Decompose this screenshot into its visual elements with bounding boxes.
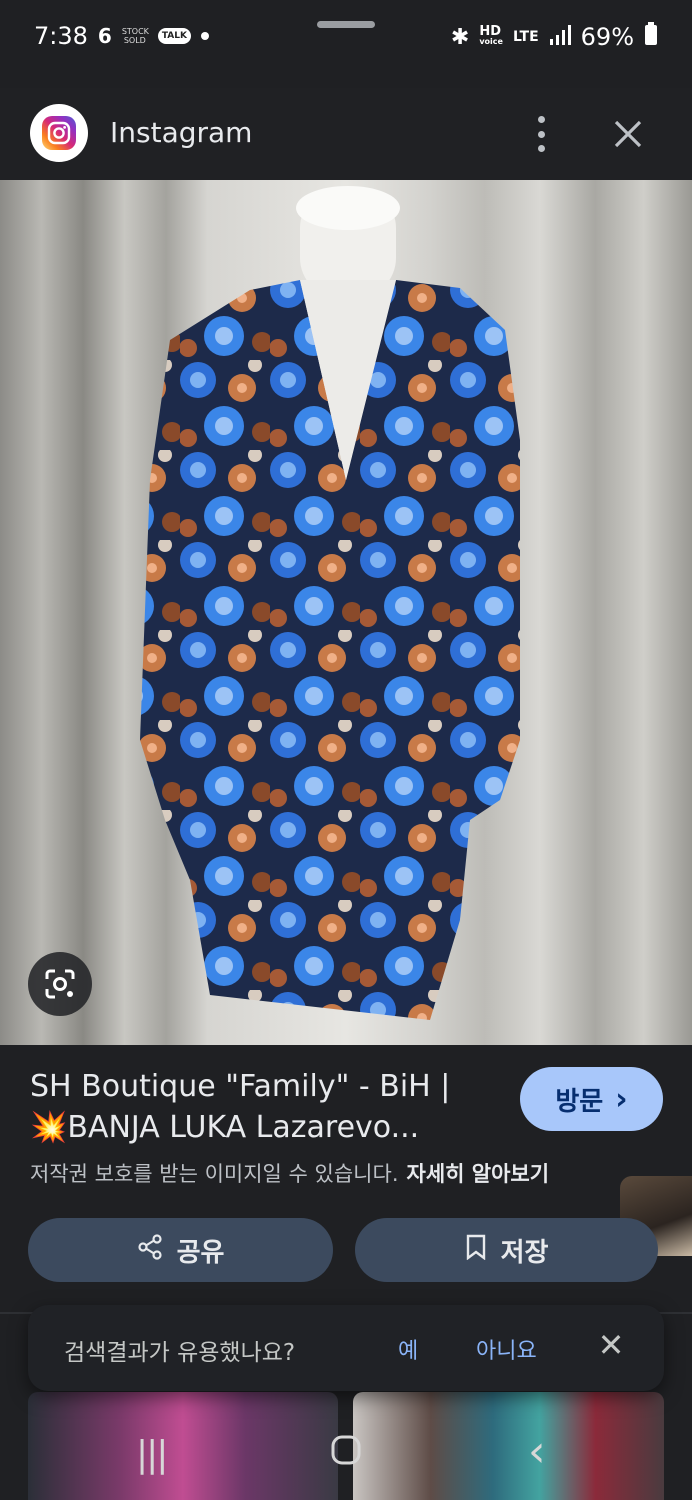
notification-six-icon: 6	[97, 24, 112, 48]
bluetooth-icon: ✱	[450, 24, 470, 50]
source-name[interactable]: Instagram	[110, 116, 252, 149]
bookmark-icon	[465, 1234, 487, 1267]
status-right: ✱ HD voice LTE 69%	[451, 22, 658, 52]
recents-icon[interactable]: |||	[136, 1434, 168, 1475]
google-lens-icon[interactable]	[28, 952, 92, 1016]
hd-voice-icon: HD voice	[479, 24, 503, 46]
lte-icon: LTE	[512, 29, 539, 45]
feedback-no-button[interactable]: 아니요	[476, 1333, 537, 1365]
source-header: Instagram	[0, 88, 692, 180]
signal-icon	[549, 23, 571, 51]
battery-icon	[644, 22, 658, 52]
clock: 7:38	[34, 22, 88, 50]
feedback-yes-button[interactable]: 예	[398, 1333, 418, 1365]
system-nav-bar: ||| ‹	[0, 1412, 692, 1500]
share-icon	[137, 1233, 163, 1267]
chevron-right-icon: ›	[615, 1081, 628, 1117]
instagram-logo-icon	[30, 104, 88, 162]
close-icon[interactable]: ✕	[594, 1327, 628, 1363]
home-icon[interactable]	[330, 1434, 362, 1475]
visit-button[interactable]: 방문 ›	[520, 1067, 663, 1131]
result-title[interactable]: SH Boutique "Family" - BiH | 💥BANJA LUKA…	[30, 1066, 500, 1148]
share-button[interactable]: 공유	[28, 1218, 333, 1282]
copyright-notice: 저작권 보호를 받는 이미지일 수 있습니다. 자세히 알아보기	[30, 1162, 550, 1186]
more-vert-icon[interactable]	[526, 116, 556, 152]
talk-icon: TALK	[157, 28, 191, 44]
result-image[interactable]	[0, 180, 692, 1045]
drag-handle[interactable]	[317, 21, 375, 28]
feedback-question: 검색결과가 유용했나요?	[64, 1340, 296, 1366]
status-bar: 7:38 6 STOCK SOLD TALK ✱ HD voice LTE 69…	[0, 0, 692, 80]
feedback-prompt: 검색결과가 유용했나요? 예 아니요 ✕	[28, 1305, 664, 1391]
stock-sold-icon: STOCK SOLD	[121, 27, 149, 45]
status-left: 7:38 6 STOCK SOLD TALK	[34, 22, 209, 50]
save-button[interactable]: 저장	[355, 1218, 658, 1282]
close-icon[interactable]	[606, 112, 650, 156]
dress-on-mannequin-image	[140, 186, 520, 1020]
more-notifications-dot-icon	[200, 32, 209, 40]
learn-more-link[interactable]: 자세히 알아보기	[407, 1162, 550, 1186]
back-icon[interactable]: ‹	[528, 1426, 546, 1477]
collision-emoji-icon: 💥	[30, 1110, 68, 1145]
battery-percent: 69%	[580, 23, 634, 51]
